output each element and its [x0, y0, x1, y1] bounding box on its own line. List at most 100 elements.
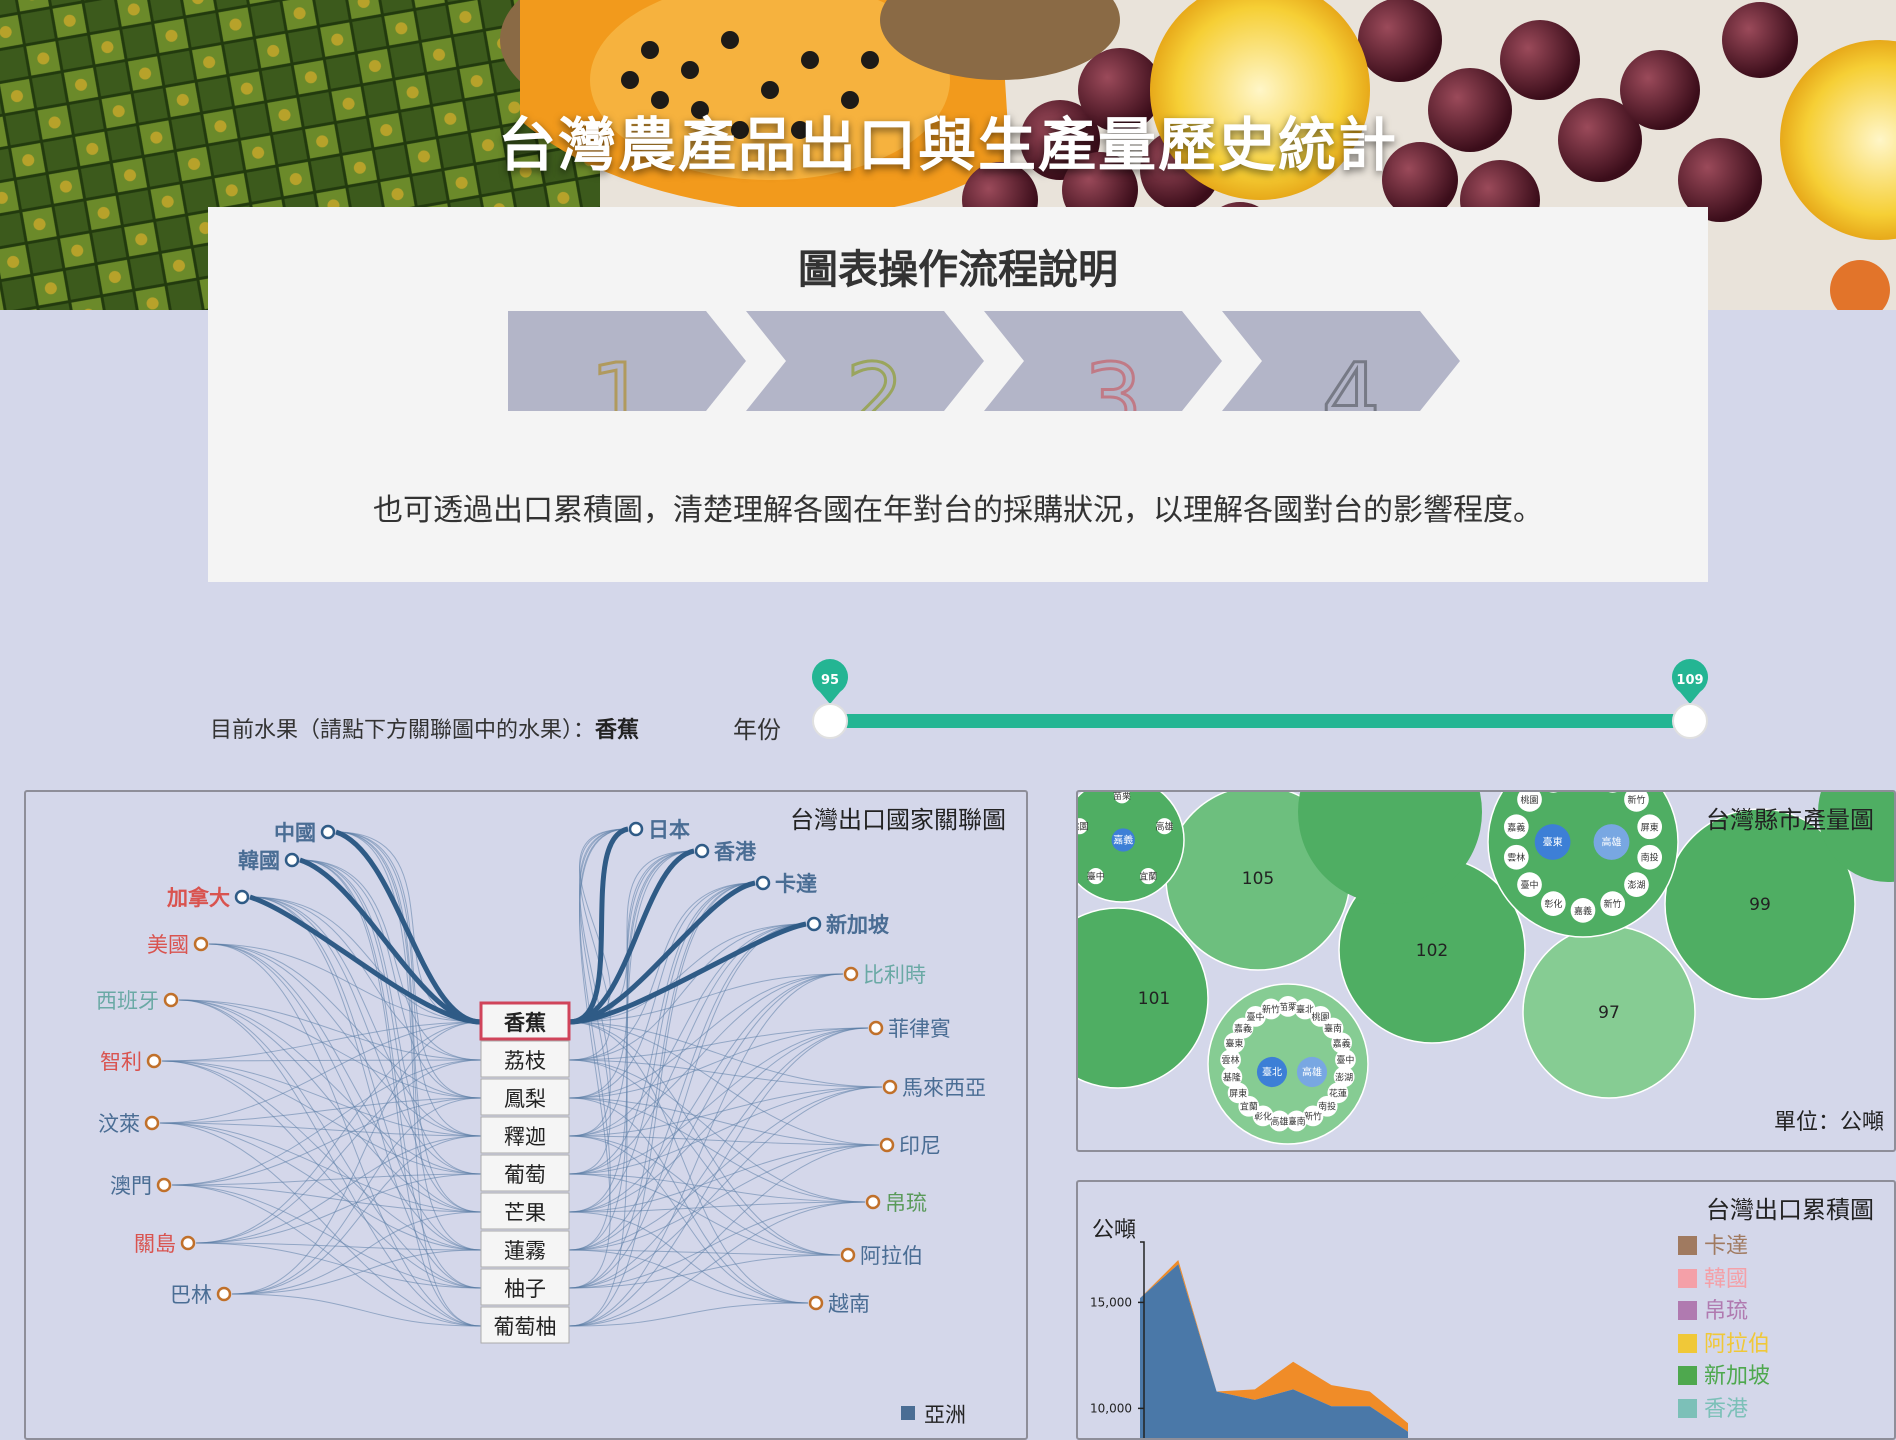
country-node-dot[interactable] — [234, 889, 250, 905]
country-left-6[interactable]: 智利 — [100, 1050, 162, 1074]
country-left-7[interactable]: 汶萊 — [98, 1112, 160, 1136]
slider-handle-min[interactable]: 95 — [812, 659, 848, 739]
country-node-label[interactable]: 西班牙 — [96, 989, 159, 1013]
country-right-7[interactable]: 馬來西亞 — [882, 1076, 986, 1100]
county-bubble[interactable]: 雲林 — [1503, 844, 1529, 870]
county-bubble[interactable]: 臺北 — [1256, 1056, 1288, 1088]
fruit-node-label[interactable]: 釋迦 — [504, 1125, 546, 1149]
fruit-node-label[interactable]: 鳳梨 — [504, 1087, 546, 1111]
country-node-dot[interactable] — [868, 1020, 884, 1036]
country-node-label[interactable]: 巴林 — [170, 1283, 212, 1307]
county-bubble[interactable]: 新竹 — [1600, 891, 1626, 916]
country-node-label[interactable]: 汶萊 — [98, 1112, 140, 1136]
fruit-node-label[interactable]: 芒果 — [504, 1201, 546, 1225]
country-node-label[interactable]: 中國 — [274, 821, 316, 845]
county-bubble[interactable]: 臺中 — [1517, 872, 1542, 897]
fruit-node-3[interactable]: 鳳梨 — [480, 1078, 570, 1116]
country-node-label[interactable]: 日本 — [648, 818, 690, 842]
country-node-label[interactable]: 香港 — [714, 840, 757, 864]
country-right-8[interactable]: 印尼 — [879, 1134, 941, 1158]
county-bubble[interactable]: 臺東 — [1534, 824, 1571, 860]
county-bubble[interactable]: 高雄 — [1593, 824, 1630, 860]
country-right-6[interactable]: 菲律賓 — [868, 1017, 951, 1041]
fruit-node-label[interactable]: 葡萄柚 — [494, 1315, 557, 1339]
country-node-dot[interactable] — [320, 824, 336, 840]
county-bubble[interactable]: 屏東 — [1637, 814, 1663, 840]
county-bubble[interactable]: 新竹 — [1260, 998, 1282, 1020]
county-bubble[interactable]: 彰化 — [1540, 891, 1566, 916]
country-node-dot[interactable] — [628, 821, 644, 837]
area-legend-item[interactable]: 帛琉 — [1678, 1293, 1748, 1325]
fruit-node-6[interactable]: 芒果 — [480, 1192, 570, 1230]
country-node-dot[interactable] — [146, 1053, 162, 1069]
country-node-label[interactable]: 關島 — [134, 1232, 176, 1256]
country-node-label[interactable]: 菲律賓 — [888, 1017, 951, 1041]
area-legend-item[interactable]: 香港 — [1678, 1391, 1748, 1423]
fruit-node-9[interactable]: 葡萄柚 — [480, 1306, 570, 1344]
county-bubble[interactable]: 南投 — [1637, 844, 1663, 870]
country-node-label[interactable]: 加拿大 — [166, 886, 230, 910]
area-legend-item[interactable]: 阿拉伯 — [1678, 1326, 1770, 1358]
country-right-1[interactable]: 日本 — [628, 818, 690, 842]
fruit-node-label[interactable]: 荔枝 — [504, 1049, 546, 1073]
country-node-label[interactable]: 澳門 — [110, 1174, 152, 1198]
country-node-label[interactable]: 阿拉伯 — [860, 1244, 923, 1268]
fruit-node-label[interactable]: 香蕉 — [504, 1011, 546, 1035]
country-node-dot[interactable] — [840, 1247, 856, 1263]
country-node-dot[interactable] — [163, 992, 179, 1008]
country-node-label[interactable]: 新加坡 — [826, 913, 889, 937]
country-node-dot[interactable] — [180, 1235, 196, 1251]
area-legend-item[interactable]: 新加坡 — [1678, 1358, 1770, 1390]
area-legend-item[interactable]: 韓國 — [1678, 1261, 1748, 1293]
country-node-label[interactable]: 帛琉 — [885, 1191, 927, 1215]
county-bubble[interactable]: 澎湖 — [1624, 872, 1649, 897]
country-node-label[interactable]: 智利 — [100, 1050, 142, 1074]
county-bubble[interactable]: 苗栗 — [1113, 792, 1131, 804]
fruit-node-5[interactable]: 葡萄 — [480, 1154, 570, 1192]
country-node-dot[interactable] — [144, 1115, 160, 1131]
country-node-dot[interactable] — [156, 1177, 172, 1193]
fruit-node-label[interactable]: 葡萄 — [504, 1163, 546, 1187]
country-node-label[interactable]: 卡達 — [775, 872, 817, 896]
country-left-9[interactable]: 關島 — [134, 1232, 196, 1256]
country-node-dot[interactable] — [879, 1137, 895, 1153]
country-node-label[interactable]: 比利時 — [863, 963, 926, 987]
area-legend-item[interactable]: 卡達 — [1678, 1228, 1748, 1260]
country-left-4[interactable]: 美國 — [147, 933, 209, 957]
fruit-node-4[interactable]: 釋迦 — [480, 1116, 570, 1154]
county-bubble[interactable]: 嘉義 — [1111, 828, 1135, 852]
country-node-dot[interactable] — [193, 936, 209, 952]
country-node-dot[interactable] — [808, 1295, 824, 1311]
country-left-8[interactable]: 澳門 — [110, 1174, 172, 1198]
fruit-node-2[interactable]: 荔枝 — [480, 1040, 570, 1078]
fruit-node-7[interactable]: 蓮霧 — [480, 1230, 570, 1268]
fruit-node-1[interactable]: 香蕉 — [479, 1001, 571, 1041]
country-node-label[interactable]: 韓國 — [238, 849, 280, 873]
country-right-4[interactable]: 新加坡 — [806, 913, 889, 937]
country-node-label[interactable]: 印尼 — [899, 1134, 941, 1158]
country-node-dot[interactable] — [694, 843, 710, 859]
year-bubble-97[interactable]: 97 — [1522, 925, 1696, 1099]
country-node-dot[interactable] — [806, 916, 822, 932]
fruit-node-label[interactable]: 蓮霧 — [504, 1239, 546, 1263]
country-node-dot[interactable] — [882, 1079, 898, 1095]
country-node-label[interactable]: 馬來西亞 — [902, 1076, 986, 1100]
country-right-11[interactable]: 越南 — [808, 1292, 870, 1316]
country-node-dot[interactable] — [216, 1286, 232, 1302]
country-node-dot[interactable] — [843, 966, 859, 982]
country-right-10[interactable]: 阿拉伯 — [840, 1244, 923, 1268]
slider-handle-max[interactable]: 109 — [1672, 659, 1708, 739]
county-bubble[interactable]: 高雄 — [1296, 1056, 1328, 1088]
country-left-10[interactable]: 巴林 — [170, 1283, 232, 1307]
country-node-dot[interactable] — [755, 875, 771, 891]
slider-track[interactable] — [830, 714, 1688, 728]
country-left-5[interactable]: 西班牙 — [96, 989, 179, 1013]
fruit-node-label[interactable]: 柚子 — [504, 1277, 546, 1301]
country-node-dot[interactable] — [865, 1194, 881, 1210]
county-bubble[interactable]: 嘉義 — [1570, 898, 1596, 923]
county-bubble[interactable]: 嘉義 — [1503, 814, 1529, 840]
country-left-1[interactable]: 中國 — [274, 821, 336, 845]
country-right-5[interactable]: 比利時 — [843, 963, 926, 987]
country-left-3[interactable]: 加拿大 — [166, 886, 250, 910]
country-right-2[interactable]: 香港 — [694, 840, 757, 864]
